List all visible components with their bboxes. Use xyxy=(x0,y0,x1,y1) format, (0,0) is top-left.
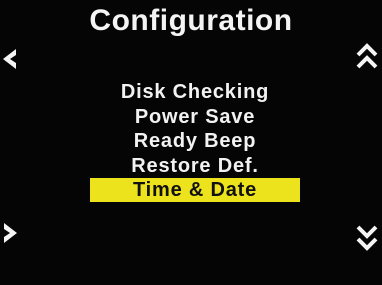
menu-item-ready-beep[interactable]: Ready Beep xyxy=(134,129,257,153)
chevron-left-icon[interactable] xyxy=(2,48,18,70)
double-chevron-up-icon[interactable] xyxy=(356,42,378,72)
menu-item-power-save[interactable]: Power Save xyxy=(135,105,255,129)
menu-item-restore-defaults[interactable]: Restore Def. xyxy=(131,154,258,178)
chevron-right-icon[interactable] xyxy=(2,222,18,244)
config-menu: Disk Checking Power Save Ready Beep Rest… xyxy=(90,80,300,203)
menu-item-disk-checking[interactable]: Disk Checking xyxy=(121,80,269,104)
menu-item-time-date[interactable]: Time & Date xyxy=(90,178,300,202)
display-screen: Configuration Disk Checking Power Save R… xyxy=(0,0,382,285)
page-title: Configuration xyxy=(89,4,293,37)
double-chevron-down-icon[interactable] xyxy=(356,222,378,252)
